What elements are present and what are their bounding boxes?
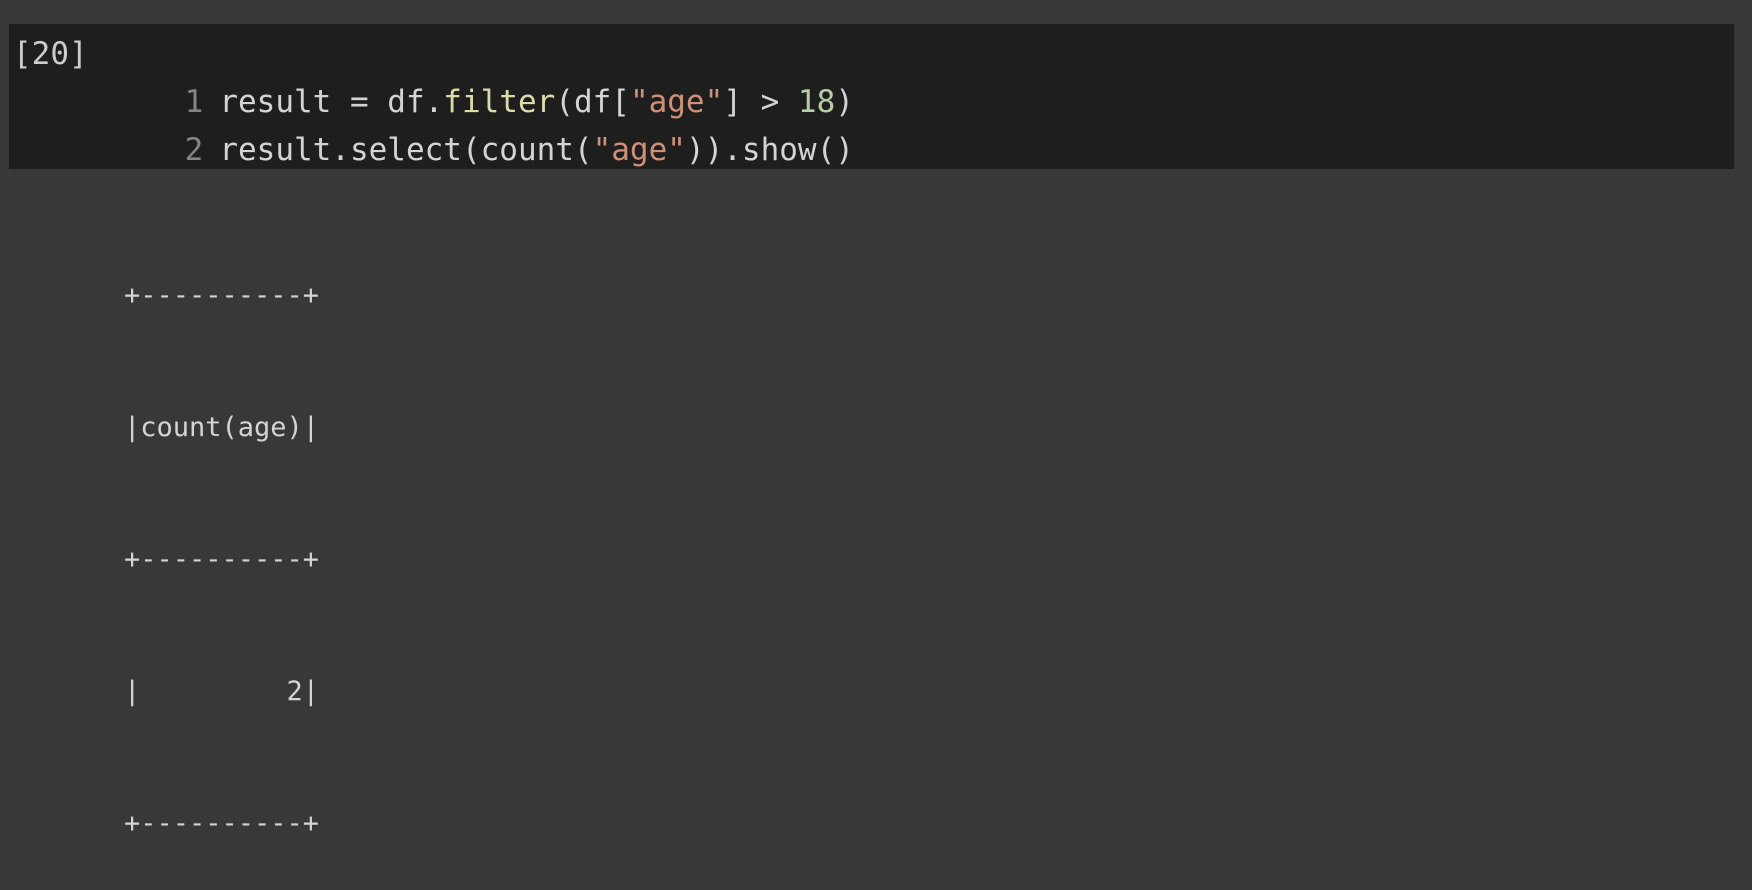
cell-output: +----------+ |count(age)| +----------+ |…	[124, 186, 319, 890]
execution-count: [20]	[13, 36, 88, 72]
code-token-string: "age"	[592, 132, 686, 168]
code-token: )).show()	[685, 132, 854, 168]
code-line-2[interactable]: 2 result.select(count("age")).show()	[146, 78, 854, 168]
output-line: +----------+	[124, 544, 320, 575]
output-line: +----------+	[124, 808, 320, 839]
output-line: |count(age)|	[124, 412, 320, 443]
output-line: | 2|	[124, 676, 320, 707]
output-line: +----------+	[124, 280, 320, 311]
code-token: result.select(count(	[219, 132, 593, 168]
line-number-2: 2	[184, 132, 204, 168]
code-line-1[interactable]: 1 result = df.filter(df["age"] > 18)	[146, 30, 854, 120]
